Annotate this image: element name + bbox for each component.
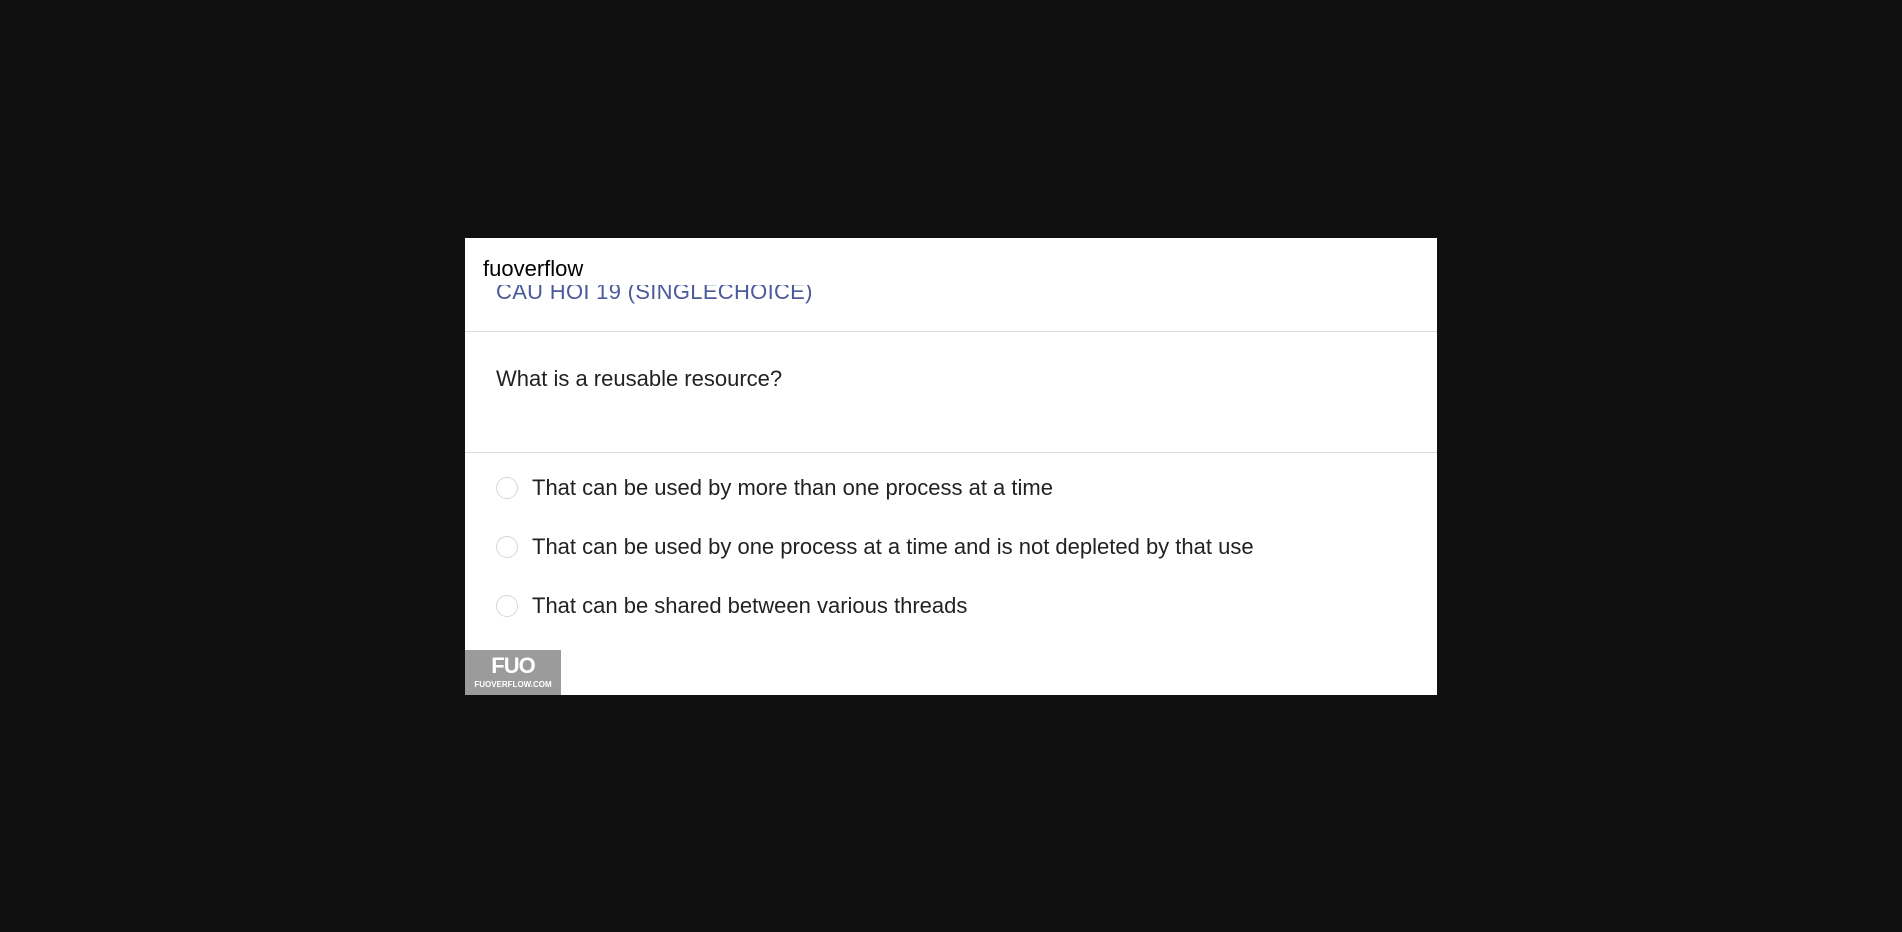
radio-button[interactable] (496, 595, 518, 617)
answer-option-label: That can be used by one process at a tim… (532, 534, 1254, 559)
answer-option[interactable]: That can be used by one process at a tim… (496, 532, 1254, 562)
answer-option-label: That can be used by more than one proces… (532, 475, 1053, 500)
watermark-text: fuoverflow (483, 256, 584, 281)
radio-button[interactable] (496, 536, 518, 558)
question-body: What is a reusable resource? (465, 332, 1437, 453)
image-viewer: fuoverflow CÂU HỎI 19 (SINGLECHOICE) Wha… (0, 0, 1902, 932)
radio-button[interactable] (496, 477, 518, 499)
quiz-card: fuoverflow CÂU HỎI 19 (SINGLECHOICE) Wha… (465, 238, 1437, 695)
logo-mark: FUO (491, 653, 535, 678)
answer-option-label: That can be shared between various threa… (532, 593, 968, 618)
answer-option[interactable]: That can be used by more than one proces… (496, 473, 1053, 503)
question-text: What is a reusable resource? (496, 366, 783, 391)
question-title: CÂU HỎI 19 (SINGLECHOICE) (496, 279, 813, 304)
fuoverflow-logo: FUO FUOVERFLOW.COM (465, 650, 561, 695)
question-header: CÂU HỎI 19 (SINGLECHOICE) (465, 238, 1437, 332)
answer-option[interactable]: That can be shared between various threa… (496, 591, 967, 621)
logo-site-text: FUOVERFLOW.COM (474, 680, 552, 689)
